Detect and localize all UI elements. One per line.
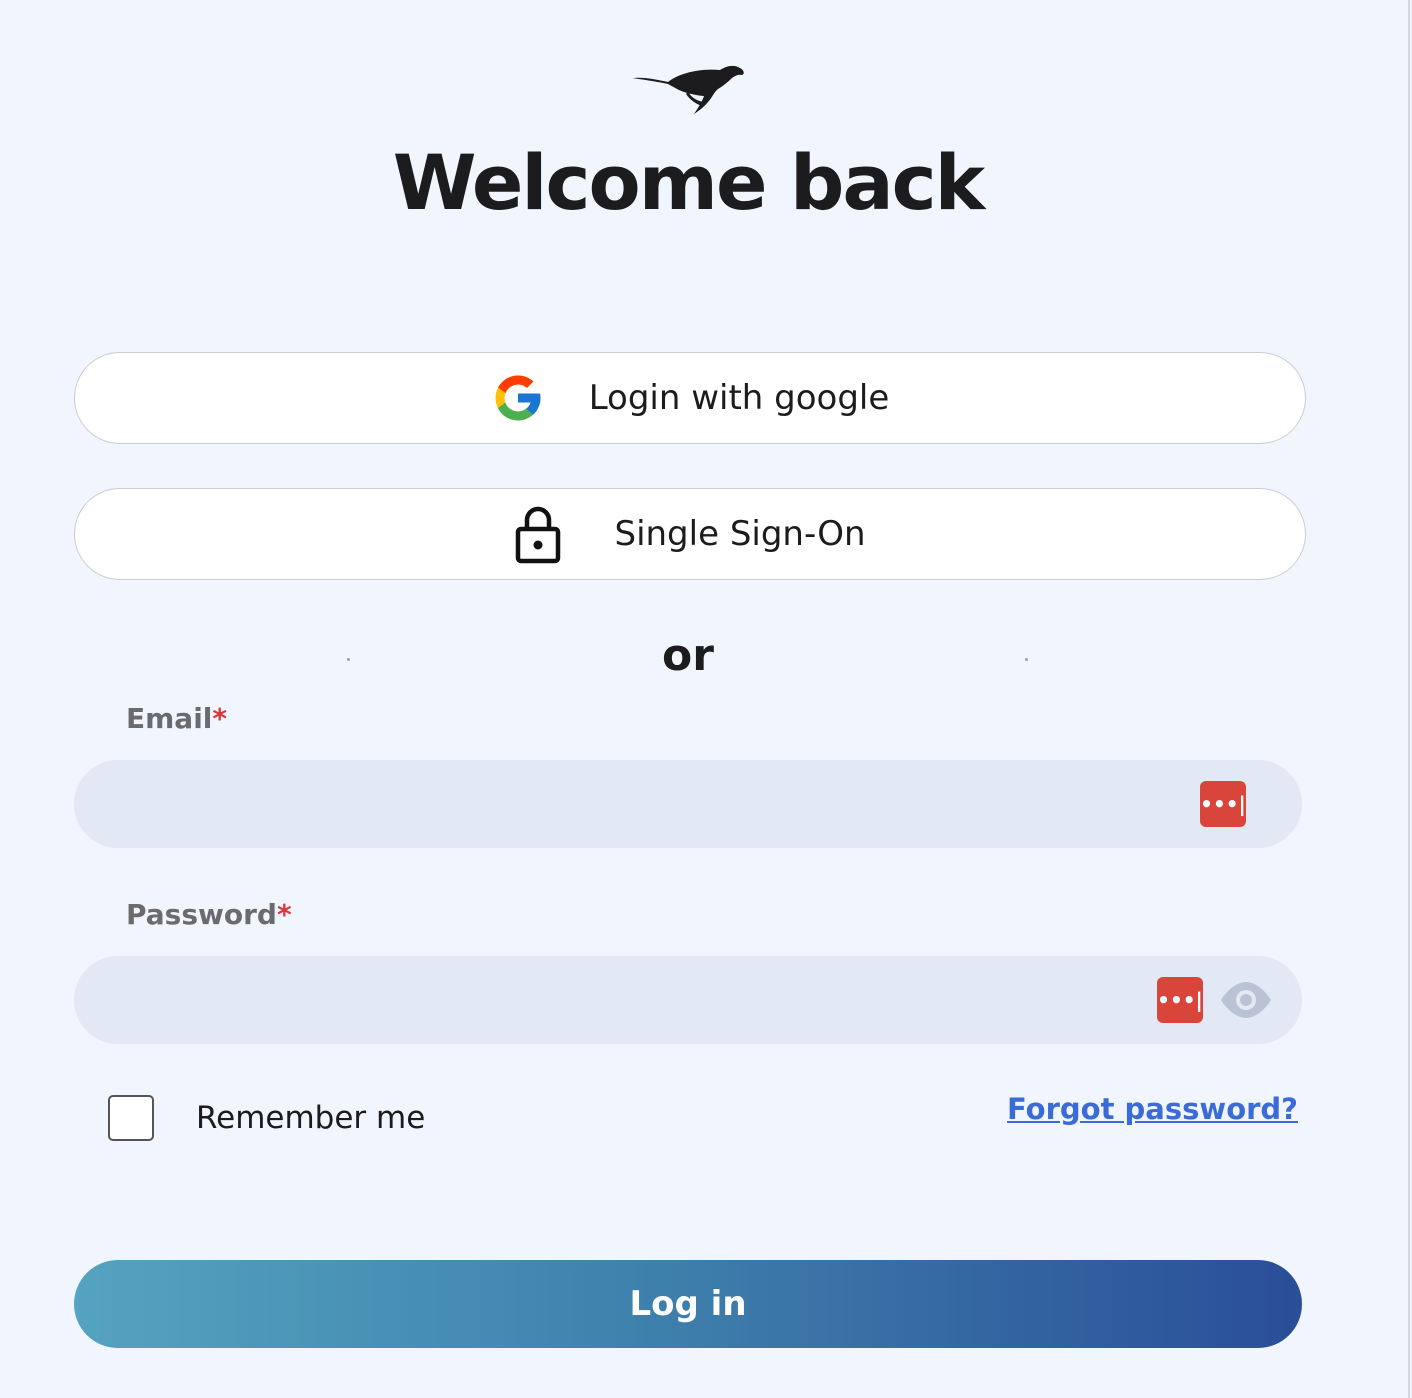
password-label-text: Password: [126, 898, 277, 931]
password-required-mark: *: [276, 898, 292, 931]
password-field-container: •••|: [74, 956, 1302, 1046]
single-sign-on-button[interactable]: Single Sign-On: [74, 488, 1306, 580]
remember-me-label[interactable]: Remember me: [196, 1100, 425, 1136]
or-divider: or: [662, 630, 714, 681]
email-field-container: •••|: [74, 760, 1302, 850]
lock-icon: [514, 503, 562, 565]
page-title: Welcome back: [392, 138, 985, 227]
password-label: Password*: [126, 898, 292, 931]
divider-dot-right: [1025, 658, 1028, 661]
password-manager-icon[interactable]: •••|: [1200, 781, 1246, 827]
email-required-mark: *: [212, 702, 228, 735]
password-manager-glyph: •••|: [1157, 988, 1203, 1012]
log-in-button[interactable]: Log in: [74, 1260, 1302, 1348]
password-manager-glyph: •••|: [1200, 792, 1246, 816]
password-field[interactable]: [114, 956, 1158, 1046]
email-label-text: Email: [126, 702, 213, 735]
login-page: Welcome back Login with google Single Si…: [0, 0, 1410, 1398]
login-with-google-label: Login with google: [588, 378, 890, 418]
remember-me-checkbox[interactable]: [108, 1095, 154, 1141]
eye-icon[interactable]: [1218, 978, 1274, 1022]
cheetah-logo-icon: [628, 60, 748, 120]
email-field[interactable]: [114, 760, 1158, 850]
login-with-google-button[interactable]: Login with google: [74, 352, 1306, 444]
password-manager-icon[interactable]: •••|: [1157, 977, 1203, 1023]
log-in-label: Log in: [629, 1284, 747, 1324]
email-label: Email*: [126, 702, 227, 735]
forgot-password-link[interactable]: Forgot password?: [1007, 1092, 1298, 1126]
single-sign-on-label: Single Sign-On: [614, 514, 866, 554]
google-icon: [491, 371, 545, 425]
